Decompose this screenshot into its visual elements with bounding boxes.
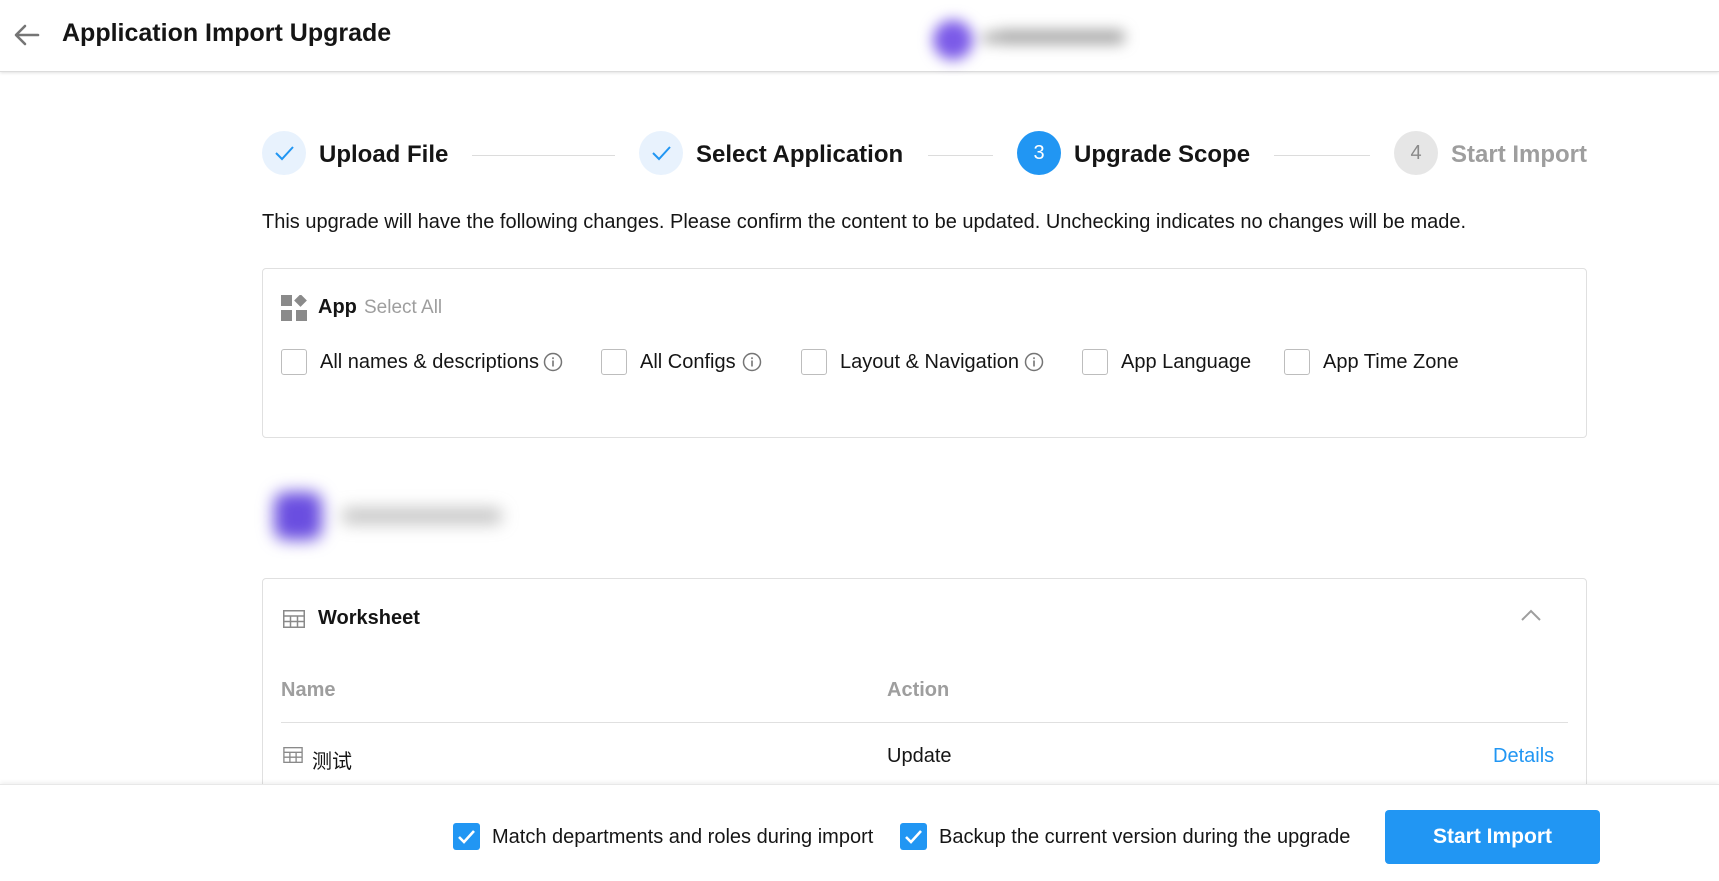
info-icon[interactable] <box>742 352 762 372</box>
info-icon[interactable] <box>543 352 563 372</box>
step-1-label: Upload File <box>319 141 449 168</box>
step-1-check-icon <box>262 131 306 175</box>
upgrade-description: This upgrade will have the following cha… <box>262 211 1467 233</box>
app-grid-icon <box>281 295 307 321</box>
backup-version-label: Backup the current version during the up… <box>939 826 1351 848</box>
step-connector <box>928 155 993 156</box>
select-all-link[interactable]: Select All <box>364 297 442 319</box>
column-header-action: Action <box>887 679 950 701</box>
checkbox-all-configs[interactable] <box>601 349 627 375</box>
checkbox-all-names[interactable] <box>281 349 307 375</box>
app-header: Application Import Upgrade <box>0 0 1719 72</box>
row-action: Update <box>887 745 952 767</box>
checkbox-layout-navigation[interactable] <box>801 349 827 375</box>
step-2-label: Select Application <box>696 141 904 168</box>
option-label-app-language: App Language <box>1121 351 1252 373</box>
info-icon[interactable] <box>1024 352 1044 372</box>
option-label-layout-navigation: Layout & Navigation <box>840 351 1020 373</box>
chevron-up-icon[interactable] <box>1520 608 1542 622</box>
blurred-app-info <box>262 480 532 550</box>
option-label-app-time-zone: App Time Zone <box>1323 351 1459 373</box>
step-connector <box>472 155 615 156</box>
match-departments-label: Match departments and roles during impor… <box>492 826 874 848</box>
page-title: Application Import Upgrade <box>62 19 392 47</box>
checkbox-app-time-zone[interactable] <box>1284 349 1310 375</box>
step-connector <box>1274 155 1370 156</box>
worksheet-section-title: Worksheet <box>318 607 420 629</box>
option-label-all-names: All names & descriptions <box>320 351 539 373</box>
step-4-number: 4 <box>1394 131 1438 175</box>
step-3-label: Upgrade Scope <box>1074 141 1251 168</box>
app-section-title: App <box>318 296 357 318</box>
step-2-check-icon <box>639 131 683 175</box>
row-name: 测试 <box>312 751 352 773</box>
column-header-name: Name <box>281 679 336 701</box>
blurred-user-info <box>925 12 1165 60</box>
table-icon <box>283 747 303 763</box>
step-4-label: Start Import <box>1451 141 1588 168</box>
checkbox-backup-version[interactable] <box>900 823 927 850</box>
start-import-button[interactable]: Start Import <box>1385 810 1600 864</box>
table-divider <box>281 722 1568 723</box>
checkbox-match-departments[interactable] <box>453 823 480 850</box>
details-link[interactable]: Details <box>1493 745 1554 768</box>
back-arrow-icon[interactable] <box>12 20 42 50</box>
step-3-number: 3 <box>1017 131 1061 175</box>
table-icon <box>283 610 305 628</box>
checkbox-app-language[interactable] <box>1082 349 1108 375</box>
option-label-all-configs: All Configs <box>640 351 736 373</box>
